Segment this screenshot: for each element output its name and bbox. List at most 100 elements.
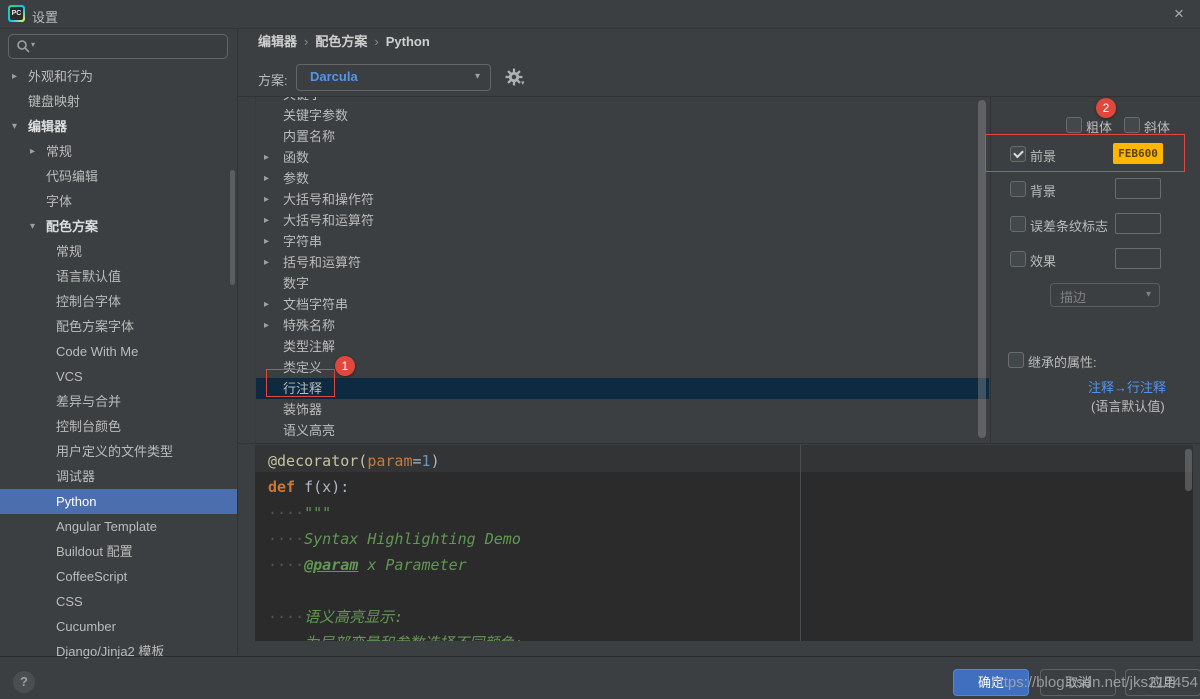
element-type-0[interactable]: 关键字 [256, 97, 989, 105]
element-type-14[interactable]: 行注释 [256, 378, 989, 399]
scheme-select[interactable]: Darcula ▾ [296, 64, 491, 91]
sidebar-item-22[interactable]: Cucumber [0, 614, 237, 639]
code-token-docstring: """ [304, 504, 331, 522]
element-type-label: 装饰器 [283, 399, 322, 420]
chevron-down-icon[interactable]: ▾ [12, 114, 17, 139]
chevron-right-icon[interactable]: ▸ [264, 210, 269, 231]
element-type-10[interactable]: ▸文档字符串 [256, 294, 989, 315]
code-preview[interactable]: @decorator(param=1)def f(x):····"""····S… [255, 445, 1193, 641]
element-type-8[interactable]: ▸括号和运算符 [256, 252, 989, 273]
element-type-2[interactable]: 内置名称 [256, 126, 989, 147]
sidebar-item-1[interactable]: 键盘映射 [0, 89, 237, 114]
breadcrumb: 编辑器›配色方案›Python [258, 31, 430, 50]
sidebar-item-5[interactable]: 字体 [0, 189, 237, 214]
pycharm-logo-icon: PC [8, 5, 25, 22]
chevron-down-icon[interactable]: ▾ [30, 214, 35, 239]
sidebar-item-4[interactable]: 代码编辑 [0, 164, 237, 189]
chevron-right-icon[interactable]: ▸ [264, 147, 269, 168]
background-color-swatch[interactable] [1115, 178, 1161, 199]
search-caret-icon: ▾ [31, 40, 35, 49]
sidebar-item-label: 外观和行为 [28, 64, 93, 89]
sidebar-item-20[interactable]: CoffeeScript [0, 564, 237, 589]
element-type-label: 参数 [283, 168, 309, 189]
element-type-16[interactable]: 语义高亮 [256, 420, 989, 441]
sidebar-item-14[interactable]: 控制台颜色 [0, 414, 237, 439]
effects-checkbox[interactable] [1010, 251, 1026, 267]
italic-checkbox[interactable] [1124, 117, 1140, 133]
element-type-11[interactable]: ▸特殊名称 [256, 315, 989, 336]
bold-checkbox[interactable] [1066, 117, 1082, 133]
element-type-13[interactable]: 类定义 [256, 357, 989, 378]
sidebar-item-21[interactable]: CSS [0, 589, 237, 614]
chevron-right-icon[interactable]: ▸ [264, 168, 269, 189]
sidebar-item-0[interactable]: ▸ 外观和行为 [0, 64, 237, 89]
element-type-6[interactable]: ▸大括号和运算符 [256, 210, 989, 231]
sidebar-item-11[interactable]: Code With Me [0, 339, 237, 364]
sidebar-item-10[interactable]: 配色方案字体 [0, 314, 237, 339]
sidebar-item-8[interactable]: 语言默认值 [0, 264, 237, 289]
sidebar-item-label: CSS [56, 589, 83, 614]
effect-style-value: 描边 [1060, 287, 1086, 306]
sidebar-item-6[interactable]: ▾配色方案 [0, 214, 237, 239]
chevron-right-icon[interactable]: ▸ [264, 294, 269, 315]
sidebar-item-label: Code With Me [56, 339, 138, 364]
sidebar-item-18[interactable]: Angular Template [0, 514, 237, 539]
element-type-label: 关键字 [283, 97, 322, 105]
code-token-docstring: 为局部变量和参数选择不同颜色: [304, 634, 523, 641]
element-type-4[interactable]: ▸ 参数 [256, 168, 989, 189]
annotation-badge-2: 2 [1096, 98, 1116, 118]
error-stripe-label: 误差条纹标志 [1030, 216, 1108, 235]
error-stripe-color-swatch[interactable] [1115, 213, 1161, 234]
chevron-right-icon[interactable]: ▸ [264, 231, 269, 252]
element-type-5[interactable]: ▸大括号和操作符 [256, 189, 989, 210]
sidebar-item-16[interactable]: 调试器 [0, 464, 237, 489]
sidebar-item-15[interactable]: 用户定义的文件类型 [0, 439, 237, 464]
chevron-right-icon[interactable]: ▸ [264, 315, 269, 336]
sidebar-item-9[interactable]: 控制台字体 [0, 289, 237, 314]
element-type-label: 内置名称 [283, 126, 335, 147]
background-checkbox[interactable] [1010, 181, 1026, 197]
sidebar-item-7[interactable]: 常规 [0, 239, 237, 264]
breadcrumb-item-color-scheme[interactable]: 配色方案 [315, 34, 367, 49]
sidebar-item-13[interactable]: 差异与合并 [0, 389, 237, 414]
effects-color-swatch[interactable] [1115, 248, 1161, 269]
breadcrumb-item-editor[interactable]: 编辑器 [258, 34, 297, 49]
element-type-12[interactable]: 类型注解 [256, 336, 989, 357]
sidebar-scrollbar[interactable] [230, 170, 235, 285]
error-stripe-checkbox[interactable] [1010, 216, 1026, 232]
element-type-list: 关键字关键字参数内置名称▸函数▸参数▸大括号和操作符▸大括号和运算符▸字符串▸括… [255, 97, 989, 443]
csdn-watermark: https://blog.csdn.net/jks212454 [991, 674, 1198, 691]
element-type-7[interactable]: ▸字符串 [256, 231, 989, 252]
scheme-value: Darcula [310, 69, 358, 84]
sidebar-item-12[interactable]: VCS [0, 364, 237, 389]
effect-style-select[interactable]: 描边 ▾ [1050, 283, 1160, 307]
close-icon[interactable]: × [1170, 5, 1188, 23]
element-type-label: 类型注解 [283, 336, 335, 357]
sidebar-item-label: VCS [56, 364, 83, 389]
sidebar-item-label: CoffeeScript [56, 564, 127, 589]
code-line-1: def f(x): [268, 474, 349, 500]
chevron-right-icon[interactable]: ▸ [264, 189, 269, 210]
window-title: 设置 [32, 7, 58, 26]
element-type-1[interactable]: 关键字参数 [256, 105, 989, 126]
inherited-attrs-checkbox[interactable] [1008, 352, 1024, 368]
inherit-source-link[interactable]: 注释→行注释 [1088, 377, 1166, 396]
element-type-15[interactable]: 装饰器 [256, 399, 989, 420]
chevron-right-icon[interactable]: ▸ [12, 64, 17, 89]
element-type-3[interactable]: ▸函数 [256, 147, 989, 168]
help-button[interactable]: ? [13, 671, 35, 693]
chevron-right-icon[interactable]: ▸ [264, 252, 269, 273]
sidebar-item-2[interactable]: ▾编辑器 [0, 114, 237, 139]
sidebar-item-label: Cucumber [56, 614, 116, 639]
element-type-9[interactable]: 数字 [256, 273, 989, 294]
code-scrollbar[interactable] [1185, 449, 1192, 491]
sidebar-item-19[interactable]: Buildout 配置 [0, 539, 237, 564]
chevron-right-icon[interactable]: ▸ [30, 139, 35, 164]
element-type-label: 数字 [283, 273, 309, 294]
breadcrumb-item-python: Python [386, 34, 430, 49]
settings-window: PC 设置 × ▾ ▸外观和行为键盘映射▾编辑器▸常规代码编辑字体▾配色方案常规… [0, 0, 1200, 699]
annotation-rect-2 [985, 134, 1185, 172]
search-input[interactable]: ▾ [8, 34, 228, 59]
sidebar-item-17[interactable]: Python [0, 489, 237, 514]
sidebar-item-3[interactable]: ▸常规 [0, 139, 237, 164]
